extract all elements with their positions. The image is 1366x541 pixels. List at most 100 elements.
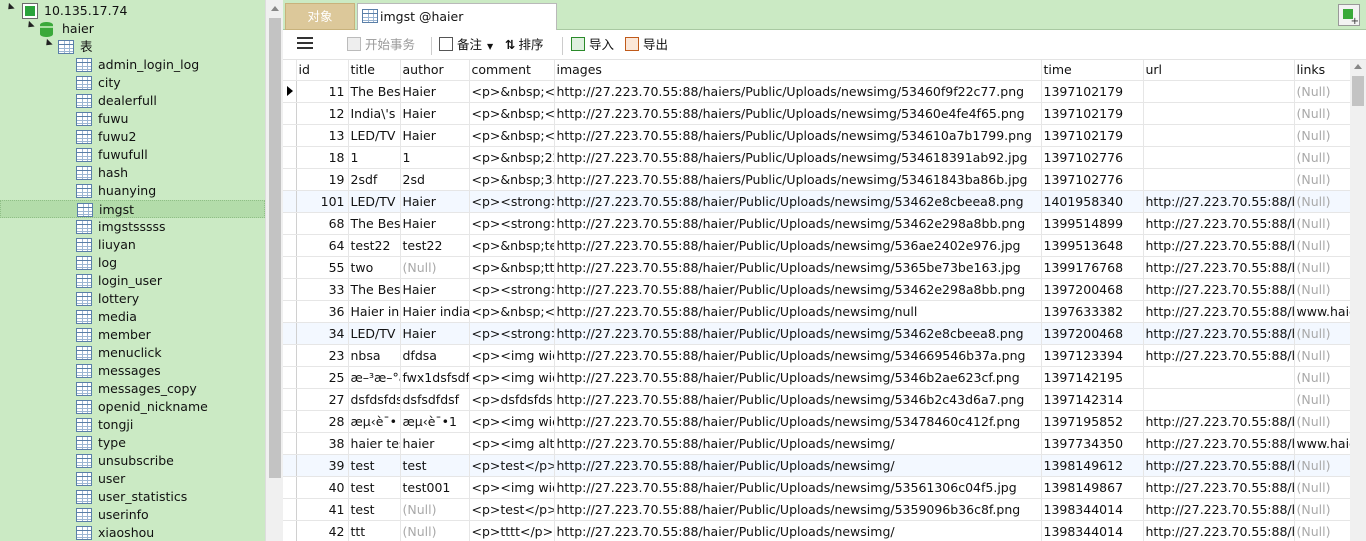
- column-header-time[interactable]: time: [1041, 60, 1144, 81]
- new-query-icon[interactable]: [1338, 4, 1360, 27]
- cell-time[interactable]: 1399513648: [1041, 234, 1144, 257]
- cell-url[interactable]: http://27.223.70.55:88/hai: [1143, 454, 1295, 477]
- cell-links[interactable]: (Null): [1294, 146, 1350, 169]
- cell-links[interactable]: (Null): [1294, 212, 1350, 235]
- cell-author[interactable]: (Null): [400, 520, 470, 541]
- cell-title[interactable]: æ–³æ–°å: [348, 366, 401, 389]
- cell-id[interactable]: 12: [296, 102, 349, 125]
- cell-author[interactable]: (Null): [400, 256, 470, 279]
- cell-comment[interactable]: <p><strong>: [469, 212, 555, 235]
- tree-node-table-lottery[interactable]: lottery: [0, 290, 265, 308]
- expand-arrow-icon[interactable]: [43, 38, 53, 49]
- table-row[interactable]: 13 LED/TV - Haier <p>&nbsp;<ii http://27.223…: [283, 124, 1350, 147]
- tree-node-table-messages[interactable]: messages: [0, 362, 265, 380]
- column-header-author[interactable]: author: [400, 60, 470, 81]
- cell-comment[interactable]: <p><img wid: [469, 344, 555, 367]
- scroll-thumb[interactable]: [269, 18, 281, 478]
- cell-title[interactable]: The Best: [348, 212, 401, 235]
- cell-links[interactable]: (Null): [1294, 476, 1350, 499]
- sort-button[interactable]: ⇅ 排序: [505, 35, 544, 55]
- cell-links[interactable]: (Null): [1294, 366, 1350, 389]
- scroll-up-icon[interactable]: [1354, 64, 1362, 69]
- data-grid[interactable]: id title author comment images time url links 1…: [283, 60, 1350, 541]
- table-row[interactable]: 64test22test22<p>&nbsp;teshttp://27.223.…: [283, 234, 1350, 257]
- scroll-up-icon[interactable]: [271, 6, 279, 11]
- cell-title[interactable]: 1: [348, 146, 401, 169]
- row-indicator[interactable]: [283, 80, 297, 103]
- cell-author[interactable]: Haier: [400, 102, 470, 125]
- cell-title[interactable]: test: [348, 498, 401, 521]
- tree-node-table-log[interactable]: log: [0, 254, 265, 272]
- table-row[interactable]: 12 India\'s I Haier <p>&nbsp;<ii http://27.2…: [283, 102, 1350, 125]
- table-row[interactable]: 36Haier incHaier india<p>&nbsp;</http://…: [283, 300, 1350, 323]
- column-header-title[interactable]: title: [348, 60, 401, 81]
- cell-comment[interactable]: <p>&nbsp;<ii: [469, 124, 555, 147]
- cell-url[interactable]: http://27.223.70.55:88/hai: [1143, 300, 1295, 323]
- cell-images[interactable]: http://27.223.70.55:88/haier/Public/Uplo…: [554, 498, 1042, 521]
- cell-author[interactable]: 1: [400, 146, 470, 169]
- cell-time[interactable]: 1399176768: [1041, 256, 1144, 279]
- table-row[interactable]: 34 LED/TV - Haier <p><strong> http://27.223.…: [283, 322, 1350, 345]
- cell-title[interactable]: test22: [348, 234, 401, 257]
- cell-title[interactable]: nbsa: [348, 344, 401, 367]
- cell-time[interactable]: 1398344014: [1041, 498, 1144, 521]
- import-button[interactable]: 导入: [571, 35, 614, 55]
- tree-node-table-huanying[interactable]: huanying: [0, 182, 265, 200]
- cell-images[interactable]: http://27.223.70.55:88/haier/Public/Uplo…: [554, 454, 1042, 477]
- cell-url[interactable]: http://27.223.70.55:88/hai: [1143, 344, 1295, 367]
- cell-images[interactable]: http://27.223.70.55:88/haiers/Public/Upl…: [554, 124, 1042, 147]
- cell-links[interactable]: www.haie: [1294, 300, 1350, 323]
- cell-url[interactable]: http://27.223.70.55:88/hai: [1143, 322, 1295, 345]
- column-header-id[interactable]: id: [296, 60, 349, 81]
- menu-icon[interactable]: [297, 37, 313, 51]
- cell-title[interactable]: Haier inc: [348, 300, 401, 323]
- row-indicator[interactable]: [283, 102, 297, 125]
- cell-comment[interactable]: <p>&nbsp;ttt: [469, 256, 555, 279]
- cell-comment[interactable]: <p>test</p>: [469, 454, 555, 477]
- cell-links[interactable]: (Null): [1294, 388, 1350, 411]
- cell-comment[interactable]: <p>&nbsp;<ii: [469, 102, 555, 125]
- tree-node-server[interactable]: 10.135.17.74: [0, 2, 265, 20]
- cell-time[interactable]: 1397102179: [1041, 102, 1144, 125]
- table-row[interactable]: 27 dsfdsfds dsfsdfdsf <p>dsfdsfds http://27.…: [283, 388, 1350, 411]
- tree-node-table-type[interactable]: type: [0, 434, 265, 452]
- cell-id[interactable]: 55: [296, 256, 349, 279]
- tree-node-table-imgst[interactable]: imgst: [0, 200, 265, 218]
- cell-comment[interactable]: <p>test</p>: [469, 498, 555, 521]
- row-indicator[interactable]: [283, 366, 297, 389]
- cell-time[interactable]: 1397734350: [1041, 432, 1144, 455]
- cell-id[interactable]: 41: [296, 498, 349, 521]
- cell-title[interactable]: dsfdsfds: [348, 388, 401, 411]
- row-indicator[interactable]: [283, 476, 297, 499]
- cell-author[interactable]: Haier india: [400, 300, 470, 323]
- cell-images[interactable]: http://27.223.70.55:88/haiers/Public/Upl…: [554, 80, 1042, 103]
- row-indicator[interactable]: [283, 432, 297, 455]
- sidebar-scrollbar[interactable]: [265, 0, 283, 541]
- cell-title[interactable]: LED/TV -: [348, 322, 401, 345]
- cell-links[interactable]: (Null): [1294, 102, 1350, 125]
- cell-time[interactable]: 1397142195: [1041, 366, 1144, 389]
- cell-time[interactable]: 1397123394: [1041, 344, 1144, 367]
- cell-author[interactable]: Haier: [400, 124, 470, 147]
- tree-node-table-messages-copy[interactable]: messages_copy: [0, 380, 265, 398]
- cell-id[interactable]: 40: [296, 476, 349, 499]
- expand-arrow-icon[interactable]: [25, 20, 35, 31]
- cell-comment[interactable]: <p><img alt=: [469, 432, 555, 455]
- cell-images[interactable]: http://27.223.70.55:88/haier/Public/Uplo…: [554, 300, 1042, 323]
- cell-author[interactable]: Haier: [400, 212, 470, 235]
- cell-title[interactable]: haier tes: [348, 432, 401, 455]
- cell-author[interactable]: fwx1dsfsdfs: [400, 366, 470, 389]
- cell-title[interactable]: æµ‹è¯•: [348, 410, 401, 433]
- cell-url[interactable]: [1143, 366, 1295, 389]
- cell-links[interactable]: (Null): [1294, 168, 1350, 191]
- row-indicator[interactable]: [283, 410, 297, 433]
- cell-links[interactable]: (Null): [1294, 322, 1350, 345]
- row-indicator[interactable]: [283, 168, 297, 191]
- tree-node-table-fuwufull[interactable]: fuwufull: [0, 146, 265, 164]
- tree-node-table-tongji[interactable]: tongji: [0, 416, 265, 434]
- tree-node-table-member[interactable]: member: [0, 326, 265, 344]
- cell-links[interactable]: (Null): [1294, 498, 1350, 521]
- table-row[interactable]: 28 æµ‹è¯• æµ‹è¯•1 <p><img wid http://27.223.…: [283, 410, 1350, 433]
- cell-id[interactable]: 27: [296, 388, 349, 411]
- table-row[interactable]: 40 test test001 <p><img wid http://27.223.70…: [283, 476, 1350, 499]
